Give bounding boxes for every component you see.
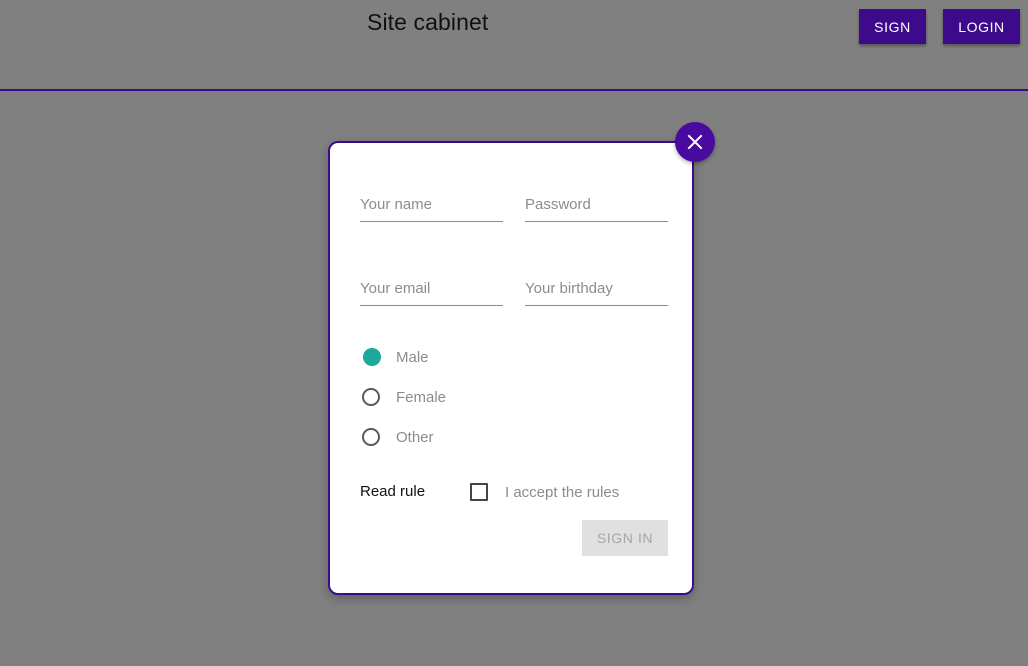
gender-radio-female[interactable]: Female: [362, 386, 446, 408]
accept-rules-checkbox[interactable]: I accept the rules: [470, 483, 619, 501]
password-input[interactable]: [525, 196, 668, 213]
radio-unselected-icon: [362, 428, 380, 446]
radio-label-female: Female: [396, 388, 447, 406]
gender-radio-other[interactable]: Other: [362, 426, 434, 448]
site-title: Site cabinet: [367, 9, 489, 35]
gender-radio-male[interactable]: Male: [363, 346, 429, 368]
sign-in-button[interactable]: SIGN IN: [582, 520, 668, 556]
login-button[interactable]: LOGIN: [943, 9, 1020, 44]
radio-label-male: Male: [396, 348, 429, 366]
app-header: Site cabinet SIGN LOGIN: [0, 0, 1028, 91]
email-input[interactable]: [360, 280, 503, 297]
sign-button[interactable]: SIGN: [859, 9, 926, 44]
radio-unselected-icon: [362, 388, 380, 406]
password-field: [525, 188, 668, 222]
read-rule-link[interactable]: Read rule: [360, 483, 425, 500]
radio-label-other: Other: [396, 428, 434, 446]
close-icon: [687, 134, 703, 150]
radio-selected-icon: [363, 348, 381, 366]
birthday-input[interactable]: [525, 280, 668, 297]
name-field: [360, 188, 503, 222]
birthday-field: [525, 272, 668, 306]
checkbox-icon: [470, 483, 488, 501]
email-field: [360, 272, 503, 306]
close-modal-button[interactable]: [675, 122, 715, 162]
accept-rules-label: I accept the rules: [505, 483, 620, 501]
name-input[interactable]: [360, 196, 503, 213]
